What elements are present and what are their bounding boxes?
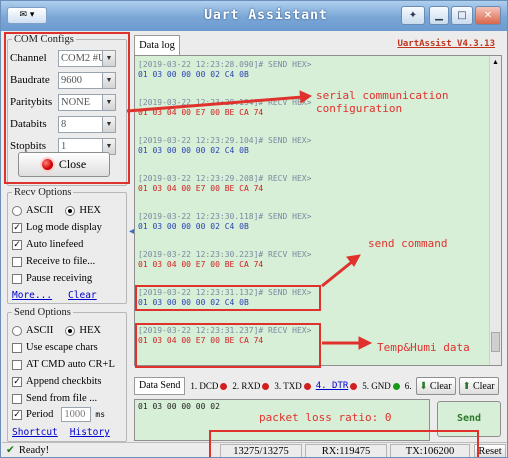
pin-6: 6. [405, 381, 412, 391]
pin-gnd: 5. GND [362, 381, 400, 391]
ready-icon: ✔ [6, 445, 15, 456]
arrow-temp-head [358, 336, 373, 350]
clear-arrow-icon: ⬇ [419, 380, 428, 392]
ready-text: Ready! [18, 444, 50, 456]
pin-label: 2. RXD [232, 381, 261, 391]
pin-label: 5. GND [362, 381, 391, 391]
clear-send-button[interactable]: ⬇ Clear [415, 377, 456, 395]
arrow-serial-head [299, 90, 313, 104]
pin-status-icon [303, 382, 311, 390]
pin-label: 6. [404, 381, 412, 391]
status-ready: ✔ Ready! [6, 444, 50, 457]
arrow-send [321, 259, 354, 288]
pin-status-icon [220, 382, 228, 390]
pin-label: 3. TXD [274, 381, 302, 391]
pin-status-icon [262, 382, 270, 390]
send-toolbar: Data Send 1. DCD 2. RXD 3. TXD 4. DTR 5.… [134, 375, 499, 397]
tab-data-send[interactable]: Data Send [134, 377, 186, 395]
clear-up-icon: ⬆ [462, 380, 471, 392]
clear-all-label: Clear [472, 380, 495, 392]
arrow-serial [126, 95, 304, 113]
pin-txd: 3. TXD [274, 381, 311, 391]
clear-all-button[interactable]: ⬆ Clear [458, 377, 499, 395]
pin-rxd: 2. RXD [232, 381, 270, 391]
pin-dtr[interactable]: 4. DTR [316, 381, 358, 391]
pin-label[interactable]: 4. DTR [316, 381, 349, 391]
pin-label: 1. DCD [190, 381, 219, 391]
pin-status-icon [350, 382, 358, 390]
pin-dcd: 1. DCD [190, 381, 228, 391]
pin-status-icon [392, 382, 400, 390]
counter-highlight [209, 430, 479, 457]
clear-send-label: Clear [429, 380, 452, 392]
uart-assistant-window: ✉ ▾ Uart Assistant ✦ ▁ □ ✕ COM Configs C… [0, 0, 508, 458]
annotation-packet-loss: packet loss ratio: 0 [259, 411, 392, 424]
